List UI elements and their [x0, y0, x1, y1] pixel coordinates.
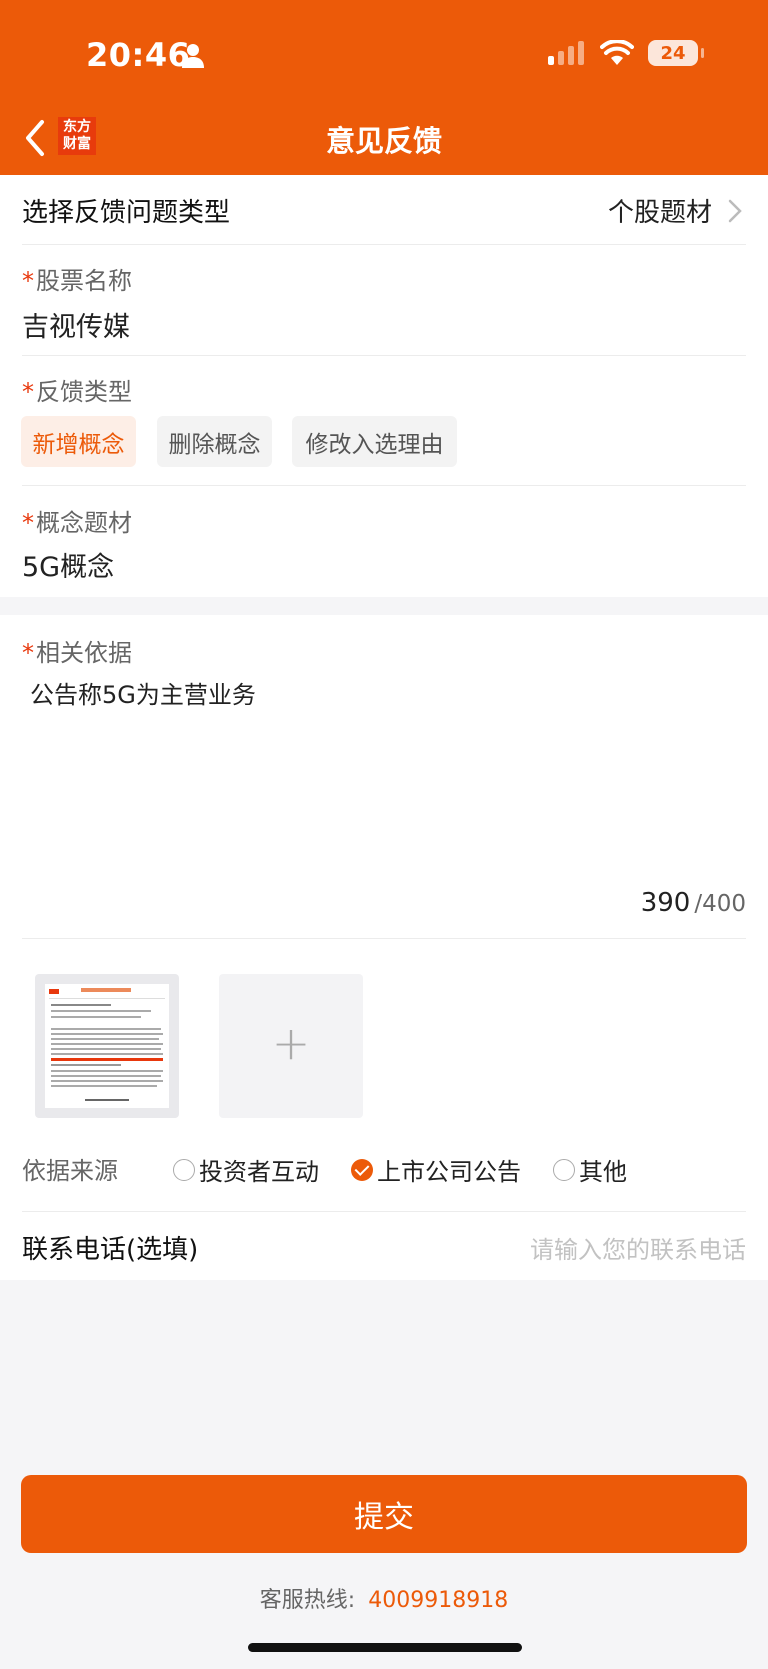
stock-label: *股票名称: [22, 261, 132, 296]
status-icons: 24: [548, 40, 704, 66]
source-option-company-announcement[interactable]: 上市公司公告: [351, 1152, 521, 1187]
char-count: 390: [640, 888, 691, 918]
document-preview-image: [45, 984, 169, 1108]
person-icon: [182, 44, 204, 68]
concept-label: *概念题材: [22, 503, 132, 538]
basis-label-text: 相关依据: [36, 639, 132, 667]
source-option-investor-interaction[interactable]: 投资者互动: [173, 1152, 319, 1187]
basis-label: *相关依据: [22, 633, 132, 668]
category-value: 个股题材: [607, 198, 712, 228]
hotline-number[interactable]: 4009918918: [368, 1588, 508, 1613]
source-option-label: 其他: [579, 1158, 627, 1186]
source-option-label: 上市公司公告: [377, 1158, 521, 1186]
battery-icon: 24: [648, 40, 704, 66]
basis-text: 公告称5G为主营业务: [30, 681, 256, 709]
phone-input[interactable]: 请输入您的联系电话: [530, 1230, 746, 1265]
source-option-other[interactable]: 其他: [553, 1152, 627, 1187]
plus-icon: +: [271, 1016, 311, 1070]
divider: [22, 244, 746, 245]
hotline-label: 客服热线:: [259, 1588, 356, 1613]
add-image-button[interactable]: +: [219, 974, 363, 1118]
source-option-label: 投资者互动: [199, 1158, 319, 1186]
required-star: *: [22, 639, 34, 667]
radio-checked-icon: [351, 1158, 373, 1181]
app-header: 20:46 24 东方 财富 意见反馈: [0, 0, 768, 175]
char-max: /400: [694, 891, 746, 917]
concept-label-text: 概念题材: [36, 509, 132, 537]
feedback-type-label-text: 反馈类型: [36, 378, 132, 406]
required-star: *: [22, 378, 34, 406]
chip-modify-reason[interactable]: 修改入选理由: [292, 416, 457, 467]
stock-label-text: 股票名称: [36, 267, 132, 295]
chip-delete-concept[interactable]: 删除概念: [157, 416, 272, 467]
wifi-icon: [600, 40, 634, 65]
home-indicator: [248, 1643, 522, 1652]
basis-textarea[interactable]: 公告称5G为主营业务 390/400: [22, 675, 746, 918]
divider: [22, 485, 746, 486]
attachment-thumbnail[interactable]: [35, 974, 179, 1118]
submit-button[interactable]: 提交: [21, 1475, 747, 1553]
cellular-signal-icon: [548, 41, 584, 65]
divider: [22, 1211, 746, 1212]
category-row[interactable]: 选择反馈问题类型 个股题材: [0, 175, 768, 245]
radio-unchecked-icon: [553, 1158, 575, 1181]
page-title: 意见反馈: [325, 124, 442, 158]
source-label: 依据来源: [22, 1157, 118, 1185]
radio-unchecked-icon: [173, 1158, 195, 1181]
phone-label: 联系电话(选填): [22, 1235, 199, 1265]
divider: [22, 938, 746, 939]
status-time: 20:46: [86, 36, 191, 74]
feedback-form: 选择反馈问题类型 个股题材 *股票名称 吉视传媒 *反馈类型 新增概念 删除概念…: [0, 175, 768, 597]
feedback-type-label: *反馈类型: [22, 372, 132, 407]
hotline: 客服热线: 4009918918: [0, 1582, 768, 1614]
required-star: *: [22, 267, 34, 295]
chip-add-concept[interactable]: 新增概念: [21, 416, 136, 467]
stock-name-field[interactable]: 吉视传媒: [22, 305, 130, 344]
char-counter: 390/400: [641, 888, 746, 918]
concept-field[interactable]: 5G概念: [22, 545, 114, 584]
category-label: 选择反馈问题类型: [22, 198, 231, 228]
divider: [22, 355, 746, 356]
chevron-right-icon: [728, 199, 742, 223]
required-star: *: [22, 509, 34, 537]
